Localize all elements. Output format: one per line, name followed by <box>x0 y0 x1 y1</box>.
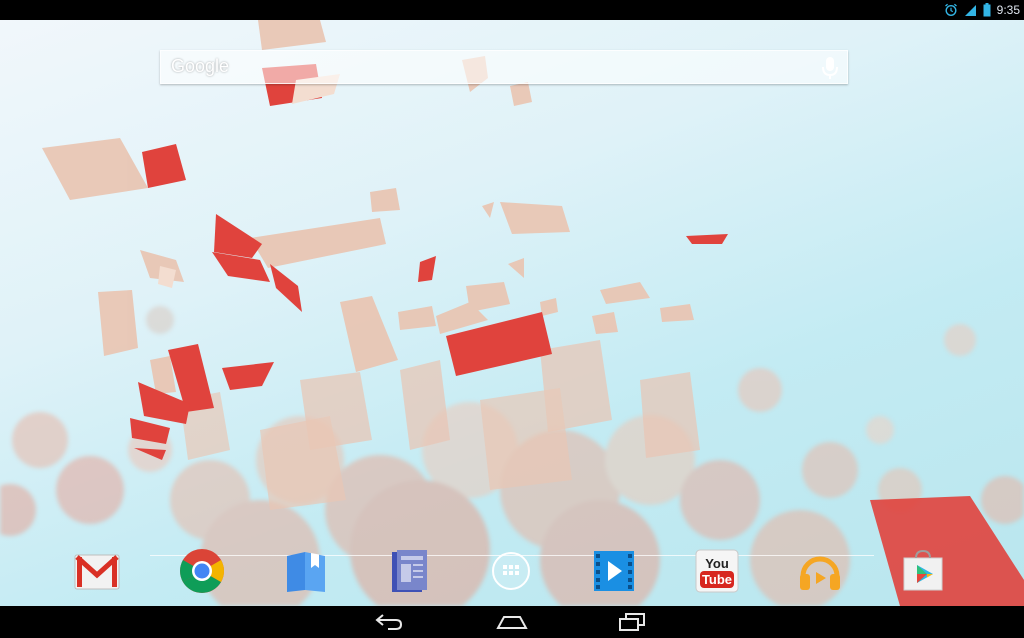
play-music-icon[interactable] <box>797 548 843 594</box>
google-logo: Google <box>171 56 230 76</box>
svg-text:Tube: Tube <box>702 572 732 587</box>
live-wallpaper: Google <box>0 20 1024 606</box>
svg-text:You: You <box>705 556 729 571</box>
back-icon[interactable] <box>367 610 411 634</box>
home-icon[interactable] <box>490 610 534 634</box>
signal-icon <box>964 4 977 17</box>
navigation-bar <box>0 606 1024 638</box>
chrome-icon[interactable] <box>179 548 225 594</box>
play-magazines-icon[interactable] <box>386 548 432 594</box>
recents-icon[interactable] <box>610 610 654 634</box>
youtube-icon[interactable]: You Tube <box>694 548 740 594</box>
status-bar: 9:35 <box>0 0 1024 20</box>
play-movies-icon[interactable] <box>591 548 637 594</box>
play-store-icon[interactable] <box>900 548 946 594</box>
play-books-icon[interactable] <box>283 548 329 594</box>
mic-icon[interactable] <box>821 56 839 80</box>
clock: 9:35 <box>996 3 1020 17</box>
gmail-icon[interactable] <box>74 548 120 594</box>
all-apps-icon[interactable] <box>488 548 534 594</box>
alarm-icon <box>944 3 958 17</box>
wallpaper-shards <box>42 20 1024 606</box>
battery-icon <box>983 3 991 17</box>
google-search-bar[interactable]: Google <box>160 50 848 84</box>
